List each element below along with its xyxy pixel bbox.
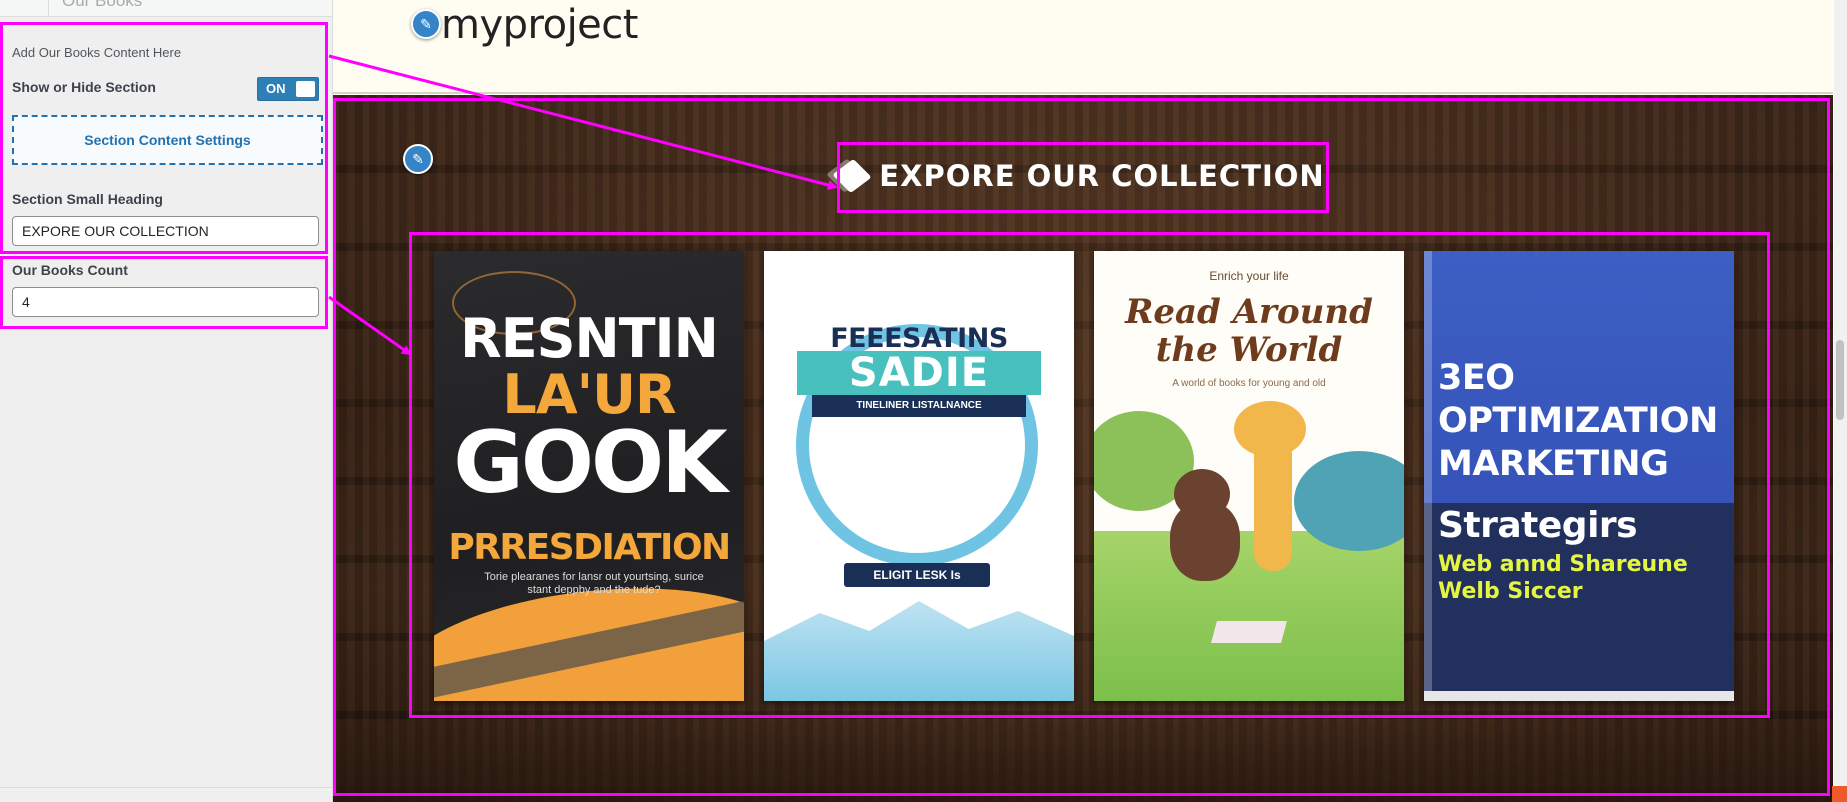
- highlight-box-heading: [837, 142, 1329, 213]
- sidebar-item-our-books[interactable]: Our Books: [0, 0, 332, 17]
- sidebar-item-label: Our Books: [62, 0, 143, 10]
- highlight-box-books-count: [0, 256, 328, 329]
- highlight-box-heading-settings: [0, 22, 328, 254]
- site-header: ✎ myproject: [333, 0, 1833, 94]
- orange-marker: [1832, 786, 1847, 802]
- sidebar-footer: [0, 787, 332, 802]
- customizer-sidebar: Our Books Add Our Books Content Here Sho…: [0, 0, 333, 802]
- site-title[interactable]: myproject: [441, 2, 638, 48]
- divider: [48, 0, 49, 16]
- highlight-box-books-grid: [409, 232, 1770, 718]
- pencil-icon[interactable]: ✎: [411, 9, 441, 39]
- scrollbar-thumb[interactable]: [1836, 340, 1844, 420]
